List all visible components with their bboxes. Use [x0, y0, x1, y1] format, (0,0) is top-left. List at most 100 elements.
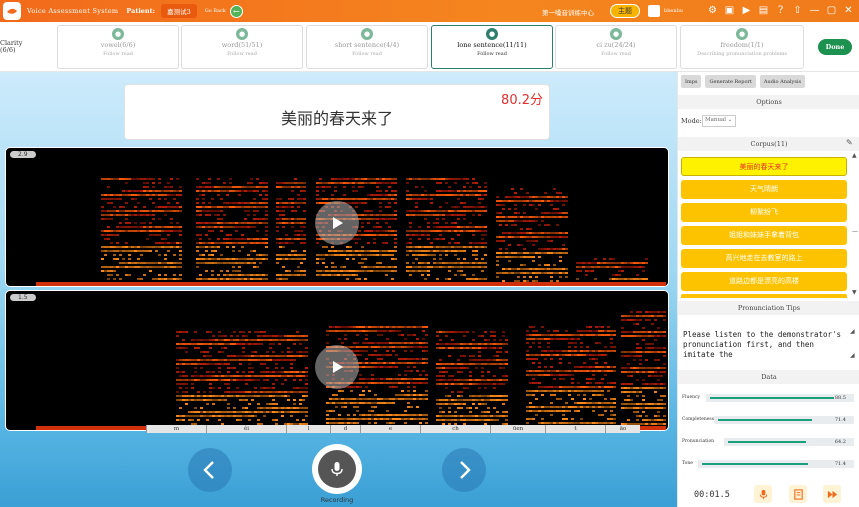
play-button[interactable] [315, 345, 359, 389]
microphone-icon[interactable] [754, 485, 772, 503]
spectrogram-cell [583, 402, 586, 404]
spectrogram-cell [158, 234, 161, 236]
spectrogram-cell [436, 343, 439, 345]
tab-long-sentence[interactable]: ● lone sentence(11/11) Follow read [431, 25, 553, 69]
spectrogram-cell [199, 246, 202, 248]
spectrogram-cell [338, 422, 341, 424]
spectrogram-cell [529, 406, 532, 408]
spectrogram-cell [595, 394, 598, 396]
spectrogram-cell [394, 238, 397, 240]
document-icon[interactable]: ▤ [757, 4, 770, 17]
tab-freedom[interactable]: ● freedom(1/1) Describing pronunciation … [680, 25, 804, 69]
spectrogram-cell [550, 212, 553, 214]
go-back-label[interactable]: Go Back [205, 8, 226, 14]
play-button[interactable] [315, 201, 359, 245]
spectrogram-cell [385, 198, 388, 200]
spectrogram-cell [332, 418, 335, 420]
spectrogram-cell [376, 198, 379, 200]
spectrogram-cell [412, 250, 415, 252]
spectrogram-cell [430, 198, 433, 200]
spectrogram-cell [648, 335, 651, 337]
spectrogram-cell [355, 274, 358, 276]
spectrogram-cell [278, 375, 281, 377]
record-button[interactable] [312, 444, 362, 494]
spectrogram-cell [164, 214, 167, 216]
back-arrow-icon[interactable]: ← [229, 4, 243, 18]
help-icon[interactable]: ? [774, 4, 787, 17]
edit-icon[interactable]: ✎ [846, 138, 853, 147]
spectrogram-cell [365, 358, 368, 360]
play-compare-icon[interactable] [823, 485, 841, 503]
spectrogram-cell [502, 256, 505, 258]
spectrogram-cell [343, 198, 346, 200]
audio-analysis-button[interactable]: Audio Analysis [759, 75, 806, 88]
spectrogram-cell [262, 254, 265, 256]
spectrogram-cell [454, 210, 457, 212]
spectrogram-cell [457, 218, 460, 220]
spectrogram-cell [377, 346, 380, 348]
spectrogram-cell [155, 246, 158, 248]
corpus-item[interactable]: 姐姐和妹妹手拿着背包 [681, 226, 847, 245]
next-button[interactable] [442, 448, 486, 492]
maximize-icon[interactable]: ▢ [825, 4, 838, 17]
spectrogram-cell [439, 399, 442, 401]
spectrogram-cell [651, 343, 654, 345]
minimize-icon[interactable]: — [808, 4, 821, 17]
tab-word[interactable]: ● word(51/51) Follow read [181, 25, 303, 69]
spectrogram-cell [300, 262, 303, 264]
corpus-item[interactable]: 天气晴朗 [681, 180, 847, 199]
scroll-down-icon[interactable]: ▼ [852, 289, 857, 296]
corpus-item[interactable]: 道路边都是漂亮的高楼 [681, 272, 847, 291]
report-icon[interactable] [789, 485, 807, 503]
spectrogram-cell [505, 363, 508, 365]
spectrogram-cell [613, 346, 616, 348]
spectrogram-cell [262, 218, 265, 220]
tab-short-sentence[interactable]: ● short sentence(4/4) Follow read [306, 25, 428, 69]
spectrogram-cell [125, 266, 128, 268]
spectrogram-cell [239, 363, 242, 365]
spectrogram-cell [463, 403, 466, 405]
spectrogram-cell [242, 339, 245, 341]
spectrogram-cell [633, 319, 636, 321]
settings-icon[interactable]: ⚙ [706, 4, 719, 17]
imps-button[interactable]: Imps [681, 75, 702, 88]
spectrogram-cell [188, 363, 191, 365]
user-avatar-icon[interactable] [648, 5, 660, 17]
spectrogram-cell [179, 375, 182, 377]
spectrogram-cell [523, 280, 526, 282]
spectrogram-cell [398, 378, 401, 380]
corpus-item[interactable]: 柳絮纷飞 [681, 203, 847, 222]
spectrogram-cell [179, 250, 182, 252]
spectrogram-cell [651, 311, 654, 313]
spectrogram-cell [305, 407, 308, 409]
user-spectrogram[interactable]: 1.5 [5, 290, 669, 431]
scroll-down-icon[interactable]: ◢ [850, 352, 855, 359]
tab-ci-zu[interactable]: ● ci zu(24/24) Follow read [555, 25, 677, 69]
mode-select[interactable]: Manual ⌄ [702, 115, 736, 127]
scroll-up-icon[interactable]: ▲ [852, 152, 857, 159]
corpus-item[interactable]: 美丽的春天来了 [681, 157, 847, 176]
phoneme: ūen [490, 425, 545, 433]
spectrogram-cell [302, 411, 305, 413]
scroll-up-icon[interactable]: ◢ [850, 328, 855, 335]
scroll-bar[interactable]: — [852, 228, 858, 235]
close-icon[interactable]: ✕ [842, 4, 855, 17]
upload-icon[interactable]: ⇧ [791, 4, 804, 17]
theme-button[interactable]: 主题 [610, 4, 640, 18]
corpus-item[interactable]: 高兴地走在去教室的路上 [681, 249, 847, 268]
spectrogram-cell [550, 374, 553, 376]
tab-vowel[interactable]: ● vowel(6/6) Follow read [57, 25, 179, 69]
spectrogram-cell [442, 347, 445, 349]
previous-button[interactable] [188, 448, 232, 492]
done-button[interactable]: Done [818, 39, 852, 55]
spectrogram-cell [657, 371, 660, 373]
spectrogram-cell [601, 386, 604, 388]
spectrogram-cell [424, 190, 427, 192]
generate-report-button[interactable]: Generate Report [705, 75, 756, 88]
video-icon[interactable]: ▶ [740, 4, 753, 17]
spectrogram-cell [220, 218, 223, 220]
reference-spectrogram[interactable]: 2.9 [5, 147, 669, 287]
spectrogram-cell [481, 411, 484, 413]
image-icon[interactable]: ▣ [723, 4, 736, 17]
spectrogram-cell [451, 206, 454, 208]
